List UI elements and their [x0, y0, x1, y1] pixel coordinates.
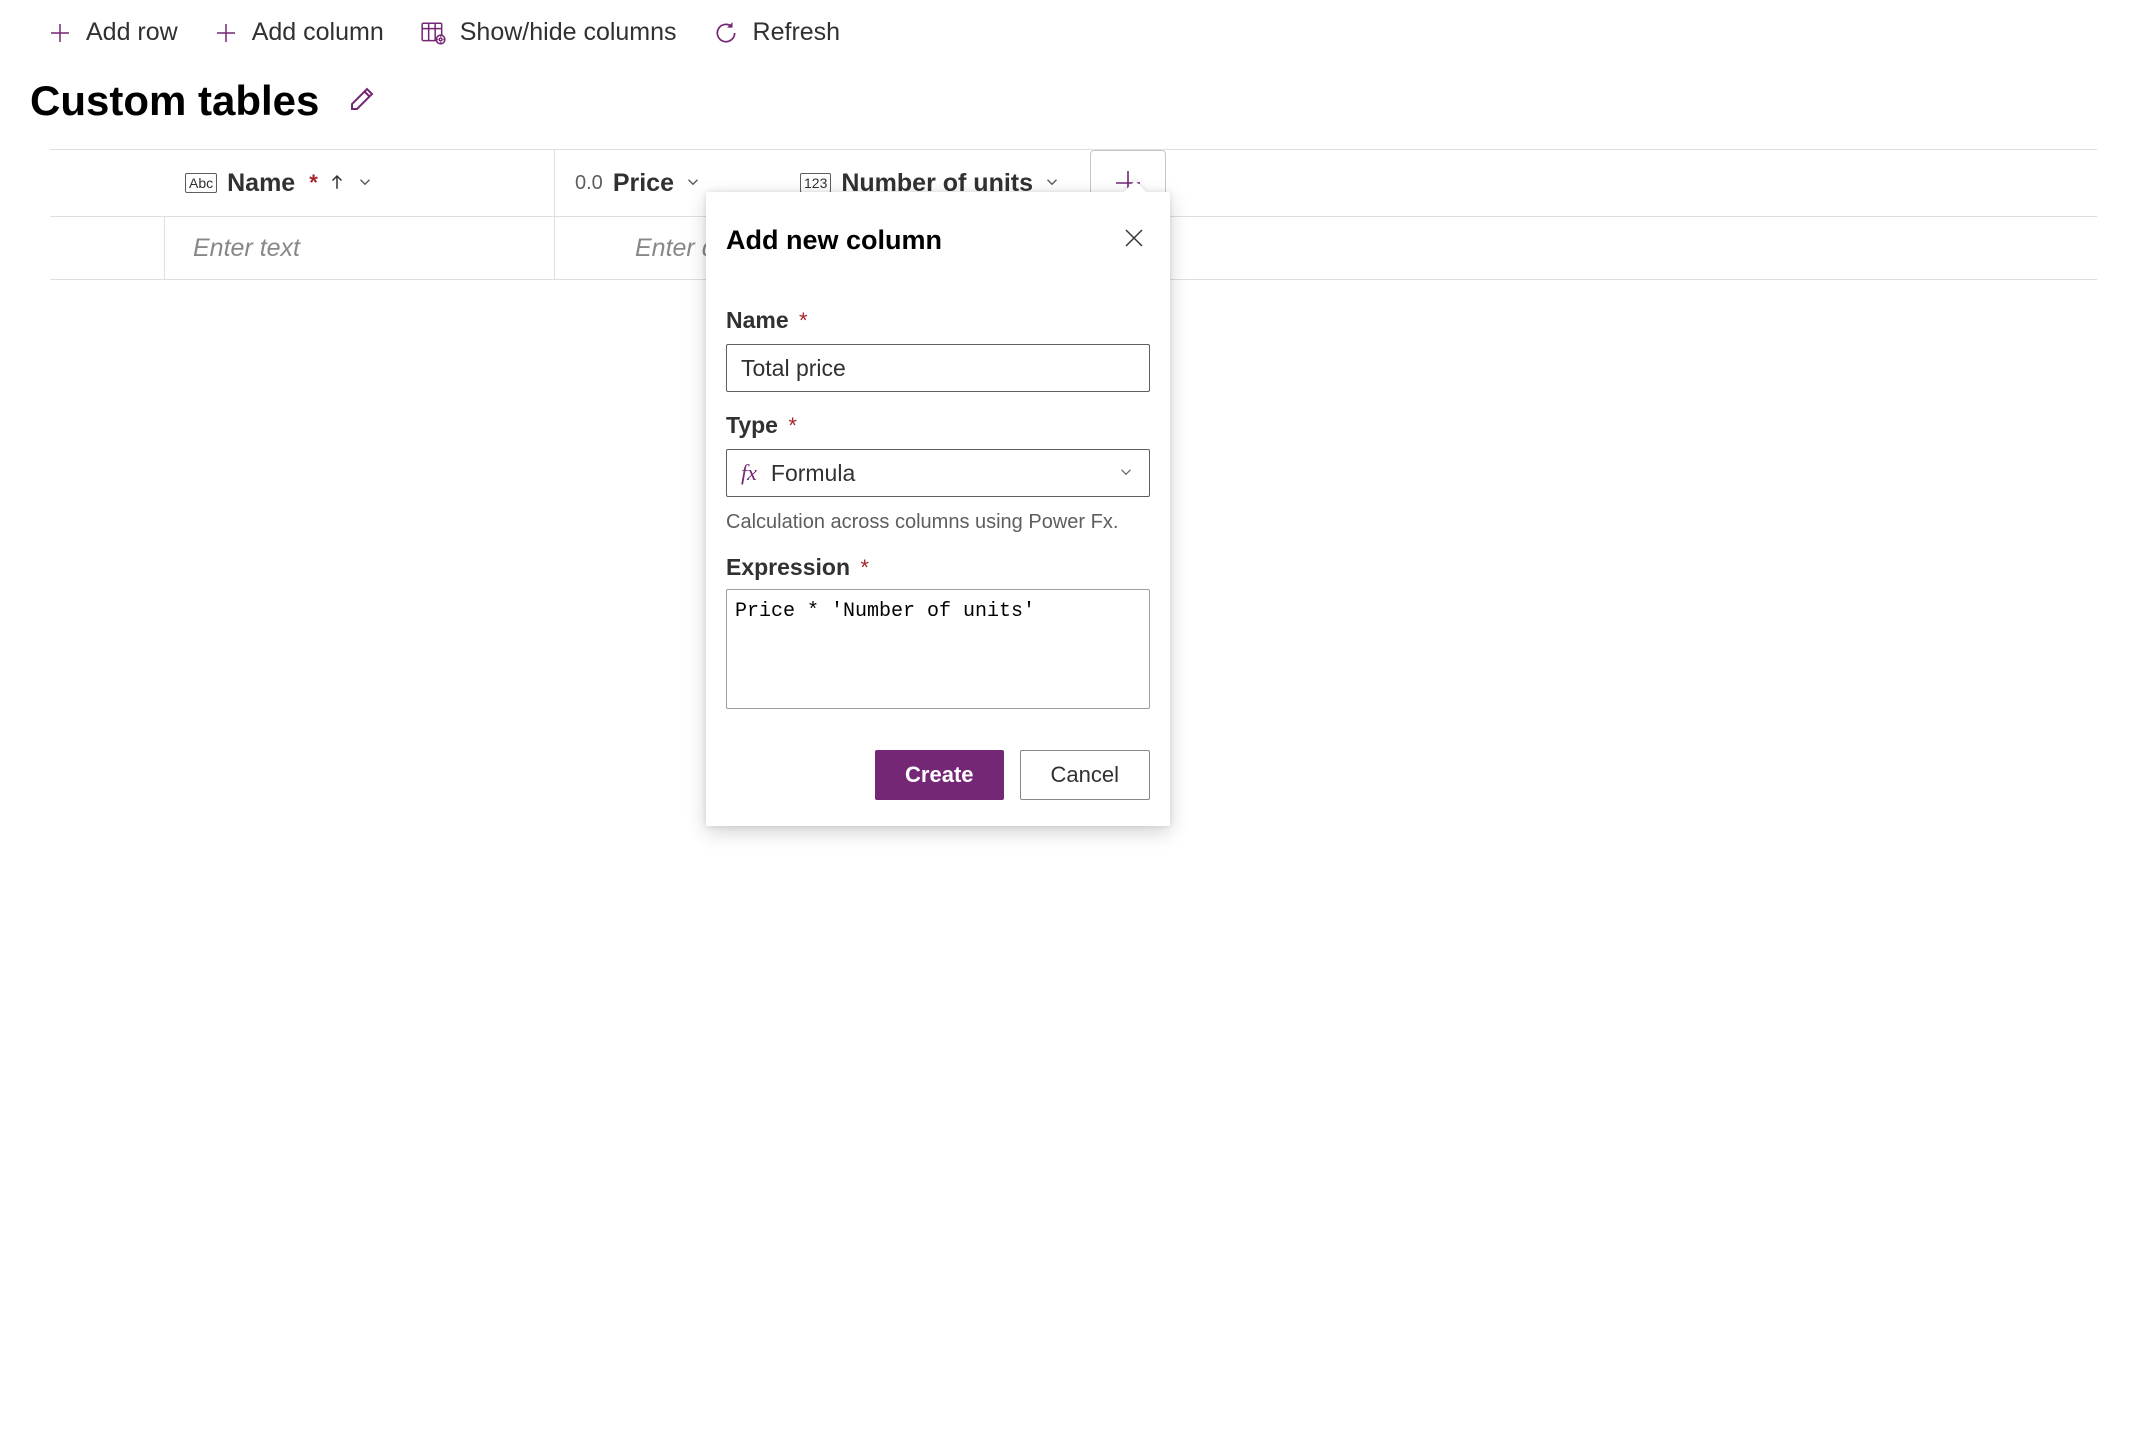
column-name-input[interactable] [726, 344, 1150, 392]
integer-type-icon: 123 [800, 173, 831, 193]
add-column-label: Add column [252, 18, 384, 47]
refresh-icon [713, 20, 739, 46]
page-header: Custom tables [0, 65, 2147, 149]
refresh-label: Refresh [753, 18, 841, 47]
command-bar: Add row Add column Show/hide columns [0, 0, 2147, 65]
text-type-icon: Abc [185, 173, 217, 193]
plus-icon [48, 21, 72, 45]
chevron-down-icon [684, 169, 702, 198]
type-select[interactable]: fx Formula [726, 449, 1150, 497]
required-indicator: * [799, 308, 808, 333]
table-settings-icon [420, 20, 446, 46]
show-hide-label: Show/hide columns [460, 18, 677, 47]
name-cell[interactable]: Enter text [165, 217, 555, 279]
page-title: Custom tables [30, 77, 319, 125]
decimal-type-icon: 0.0 [575, 172, 603, 195]
expression-field-group: Expression * [726, 554, 1150, 714]
type-label: Type * [726, 412, 1150, 439]
close-icon [1122, 226, 1146, 250]
column-label: Price [613, 169, 674, 198]
chevron-down-icon [356, 169, 374, 198]
name-field-group: Name * [726, 307, 1150, 392]
column-label: Name [227, 169, 295, 198]
expression-label: Expression * [726, 554, 1150, 581]
panel-actions: Create Cancel [726, 750, 1150, 800]
show-hide-columns-button[interactable]: Show/hide columns [420, 18, 677, 47]
add-column-button[interactable]: Add column [214, 18, 384, 47]
panel-title: Add new column [726, 225, 942, 256]
type-value: Formula [771, 460, 855, 487]
sort-asc-icon [328, 169, 346, 198]
required-indicator: * [309, 170, 318, 196]
create-button[interactable]: Create [875, 750, 1003, 800]
type-help-text: Calculation across columns using Power F… [726, 511, 1150, 534]
required-indicator: * [788, 413, 797, 438]
name-label: Name * [726, 307, 1150, 334]
type-field-group: Type * fx Formula Calculation across col… [726, 412, 1150, 534]
edit-title-button[interactable] [347, 84, 377, 119]
expression-input[interactable] [726, 589, 1150, 709]
row-selector-cell[interactable] [50, 217, 165, 279]
add-row-button[interactable]: Add row [48, 18, 178, 47]
chevron-down-icon [1117, 460, 1135, 487]
close-button[interactable] [1118, 222, 1150, 259]
column-header-name[interactable]: Abc Name * [50, 150, 555, 216]
refresh-button[interactable]: Refresh [713, 18, 841, 47]
required-indicator: * [860, 555, 869, 580]
formula-fx-icon: fx [741, 460, 757, 486]
add-column-panel: Add new column Name * Type * fx Formula … [706, 192, 1170, 826]
panel-header: Add new column [726, 222, 1150, 259]
cancel-button[interactable]: Cancel [1020, 750, 1150, 800]
plus-icon [214, 21, 238, 45]
add-row-label: Add row [86, 18, 178, 47]
placeholder-text: Enter text [193, 234, 300, 263]
